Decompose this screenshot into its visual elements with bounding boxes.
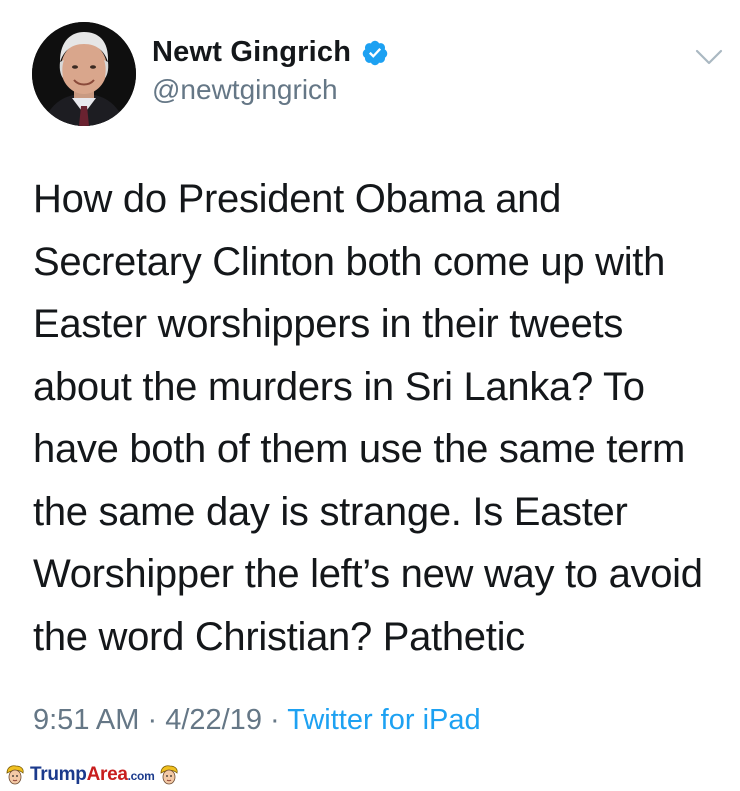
author-name-row: Newt Gingrich [152,36,389,69]
avatar[interactable] [32,22,136,126]
verified-badge-icon [361,39,389,67]
user-handle[interactable]: @newtgingrich [152,74,338,106]
trump-face-icon [4,764,26,786]
tweet-line: Worshipper the left’s new way to avoid [33,552,703,596]
tweet-metadata: 9:51 AM · 4/22/19 · Twitter for iPad [33,704,481,737]
tweet-date[interactable]: 4/22/19 [165,704,262,736]
tweet-source-link[interactable]: Twitter for iPad [287,704,480,736]
tweet-body: How do President Obama and Secretary Cli… [33,168,733,668]
meta-separator: · [147,704,166,736]
meta-separator: · [270,704,288,736]
tweet-line: How do President Obama and [33,177,562,221]
chevron-down-icon[interactable] [693,46,725,68]
trump-face-icon [158,764,180,786]
tweet-line: about the murders in Sri Lanka? To [33,364,645,409]
watermark: TrumpArea.com [4,764,180,786]
display-name[interactable]: Newt Gingrich [152,36,351,69]
tweet-line: the same day is strange. Is Easter [33,489,628,534]
tweet-line: Easter worshippers in their tweets [33,302,624,346]
tweet-time[interactable]: 9:51 AM [33,704,139,736]
watermark-part: Area [86,764,128,785]
watermark-part: .com [127,769,155,783]
tweet-line: Secretary Clinton both come up with [33,239,666,284]
watermark-text: TrumpArea.com [30,764,155,786]
watermark-part: Trump [30,764,87,785]
tweet-line: have both of them use the same term [33,427,686,471]
tweet-card: Newt Gingrich @newtgingrich How do Presi… [0,0,740,760]
tweet-line: the word Christian? Pathetic [33,614,525,659]
